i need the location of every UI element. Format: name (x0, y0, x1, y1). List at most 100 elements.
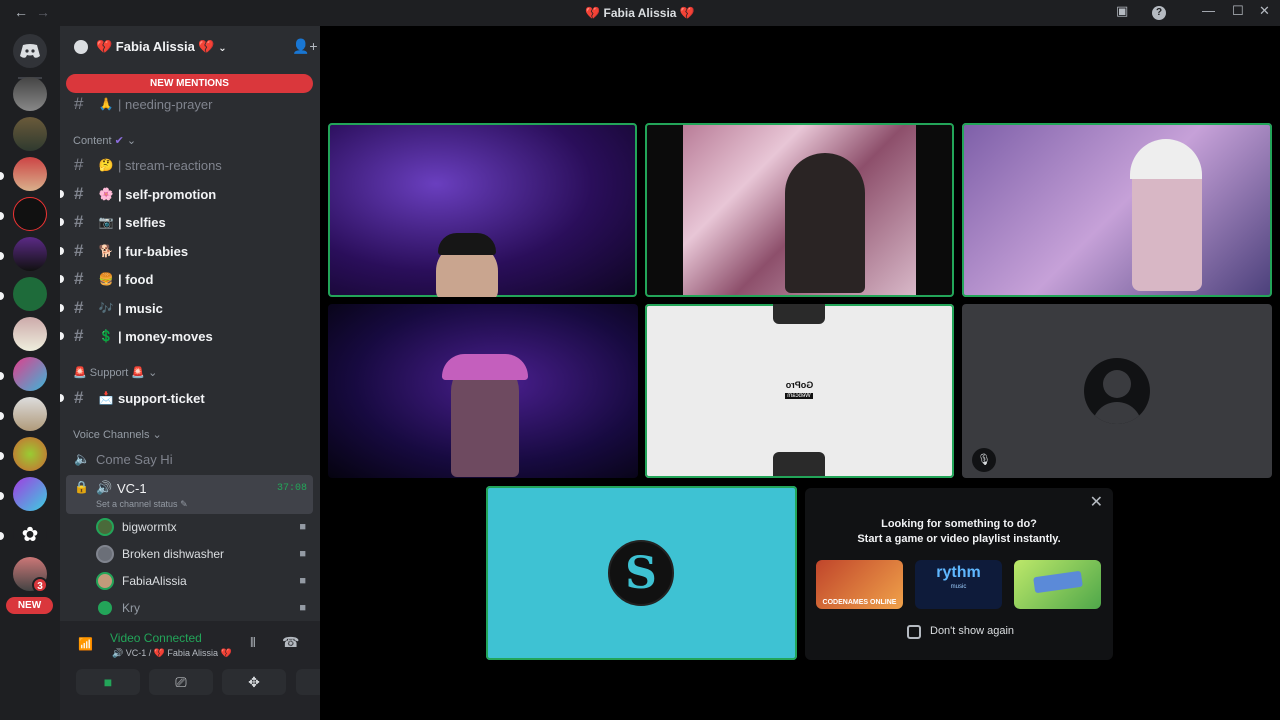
activity-rythm[interactable]: rythm music (915, 560, 1002, 609)
activities-button[interactable]: ✥ (222, 669, 286, 695)
hash-icon: # (74, 184, 84, 203)
help-icon[interactable]: ? (1152, 6, 1166, 20)
video-tile[interactable] (645, 123, 954, 297)
channel-money-moves[interactable]: # 💲 | money-moves (74, 323, 213, 349)
server-icon[interactable] (13, 157, 47, 191)
unread-pill (60, 218, 64, 226)
server-icon[interactable] (13, 197, 47, 231)
voice-member-bigwormtx[interactable]: bigwormtx (96, 516, 177, 538)
avatar (96, 545, 114, 563)
gopro-label: GoPro (785, 380, 814, 390)
server-icon[interactable] (13, 77, 47, 111)
activity-codenames[interactable]: CODENAMES ONLINE (816, 560, 903, 609)
channel-fur-babies[interactable]: # 🐕 | fur-babies (74, 238, 188, 264)
camera-icon: ■ (299, 602, 306, 614)
maximize-icon[interactable]: ☐ (1232, 3, 1244, 19)
unread-pill (0, 452, 4, 460)
invite-icon[interactable]: 👤+ (292, 38, 318, 55)
server-icon[interactable] (13, 477, 47, 511)
server-icon[interactable] (13, 357, 47, 391)
category-voice[interactable]: Voice Channels ⌄ (73, 428, 162, 441)
connection-status: Video Connected (110, 631, 202, 645)
server-icon[interactable] (13, 317, 47, 351)
voice-channel-come-say-hi[interactable]: 🔈 Come Say Hi (74, 446, 173, 472)
video-tile[interactable]: S (486, 486, 797, 660)
category-support[interactable]: 🚨 Support 🚨 ⌄ (73, 366, 157, 379)
activity-prompt-line1: Looking for something to do? (881, 518, 1037, 530)
server-icon[interactable] (13, 437, 47, 471)
call-timer: 37:08 (276, 483, 307, 494)
participant-video (1130, 139, 1202, 179)
muted-mic-icon: 🎙 (972, 448, 996, 472)
channel-music[interactable]: # 🎶 | music (74, 295, 163, 321)
video-tile-no-camera[interactable]: 🎙 (962, 304, 1272, 478)
connection-signal-icon[interactable]: 📶 (78, 637, 93, 651)
server-icon[interactable] (13, 117, 47, 151)
activity-prompt-line2: Start a game or video playlist instantly… (857, 533, 1061, 545)
unread-pill (60, 275, 64, 283)
category-content[interactable]: Content ✔ ⌄ (73, 134, 136, 147)
close-icon[interactable]: ✕ (1090, 492, 1103, 512)
activity-game[interactable] (1014, 560, 1101, 609)
server-icon[interactable] (13, 277, 47, 311)
minimize-icon[interactable]: — (1202, 3, 1215, 18)
default-avatar (1084, 358, 1150, 424)
unread-pill (0, 252, 4, 260)
forward-arrow-icon[interactable]: → (36, 4, 50, 20)
unread-pill (0, 372, 4, 380)
close-window-icon[interactable]: ✕ (1259, 3, 1270, 19)
mention-badge: 3 (32, 577, 48, 593)
new-unreads-badge[interactable]: NEW (6, 597, 53, 614)
camera-icon: ■ (299, 548, 306, 560)
channel-self-promotion[interactable]: # 🌸 | self-promotion (74, 181, 216, 207)
camera-button[interactable]: ■ (76, 669, 140, 695)
server-name[interactable]: 💔 Fabia Alissia 💔 ⌄ (96, 39, 227, 55)
disconnect-icon[interactable]: ☎ (282, 634, 299, 651)
video-tile[interactable] (328, 123, 637, 297)
speaker-icon: 🔊 (96, 480, 113, 495)
user-avatar: S (608, 540, 674, 606)
channel-stream-reactions[interactable]: # 🤔 | stream-reactions (74, 152, 222, 178)
server-list: ✿ 3 NEW (0, 26, 60, 720)
unread-pill (60, 394, 64, 402)
voice-member-fabiaalissia[interactable]: FabiaAlissia (96, 570, 187, 592)
inbox-icon[interactable]: ▣ (1116, 3, 1128, 19)
speaker-icon: 🔈 (74, 451, 91, 466)
channel-sidebar: 💔 Fabia Alissia 💔 ⌄ 👤+ NEW MENTIONS # 🙏 | … (60, 26, 320, 720)
lock-icon: 🔒 (74, 480, 89, 494)
server-icon[interactable] (13, 397, 47, 431)
participant-video (785, 153, 865, 293)
hash-icon: # (74, 269, 84, 288)
voice-channel-vc1[interactable]: 🔒 🔊 VC-1 37:08 Set a channel status ✎ (66, 475, 313, 514)
video-tile[interactable] (328, 304, 638, 478)
hash-icon: # (74, 94, 84, 113)
home-icon[interactable] (13, 34, 47, 68)
channel-support-ticket[interactable]: # 📩 support-ticket (74, 385, 205, 411)
voice-member-broken-dishwasher[interactable]: Broken dishwasher (96, 543, 224, 565)
video-tile[interactable] (962, 123, 1272, 297)
connection-location[interactable]: 🔊 VC-1 / 💔 Fabia Alissia 💔 (112, 648, 232, 659)
video-tile[interactable]: GoPro Webcam (645, 304, 954, 478)
noise-suppression-icon[interactable]: ⦀ (250, 635, 256, 651)
back-arrow-icon[interactable]: ← (14, 4, 28, 20)
channel-needing-prayer[interactable]: # 🙏 | needing-prayer (74, 91, 212, 117)
channel-food[interactable]: # 🍔 | food (74, 266, 153, 292)
voice-member-kry[interactable]: Kry (96, 597, 140, 619)
channel-selfies[interactable]: # 📷 | selfies (74, 209, 166, 235)
unread-pill (60, 190, 64, 198)
activities-icon: ✥ (248, 673, 260, 690)
server-icon[interactable] (13, 237, 47, 271)
screen-share-button[interactable]: ⎚ (149, 669, 213, 695)
unread-pill (60, 304, 64, 312)
server-icon[interactable]: ✿ (13, 517, 47, 551)
webcam-label: Webcam (785, 393, 813, 399)
unread-pill (60, 247, 64, 255)
webcam-device-image (773, 304, 825, 324)
dont-show-checkbox[interactable] (907, 625, 921, 639)
channel-status-hint[interactable]: Set a channel status ✎ (96, 499, 188, 510)
vc1-name: VC-1 (117, 481, 147, 496)
unread-pill (0, 172, 4, 180)
unread-pill (0, 532, 4, 540)
unread-pill (0, 412, 4, 420)
soundboard-button[interactable]: ✺ (296, 669, 320, 695)
